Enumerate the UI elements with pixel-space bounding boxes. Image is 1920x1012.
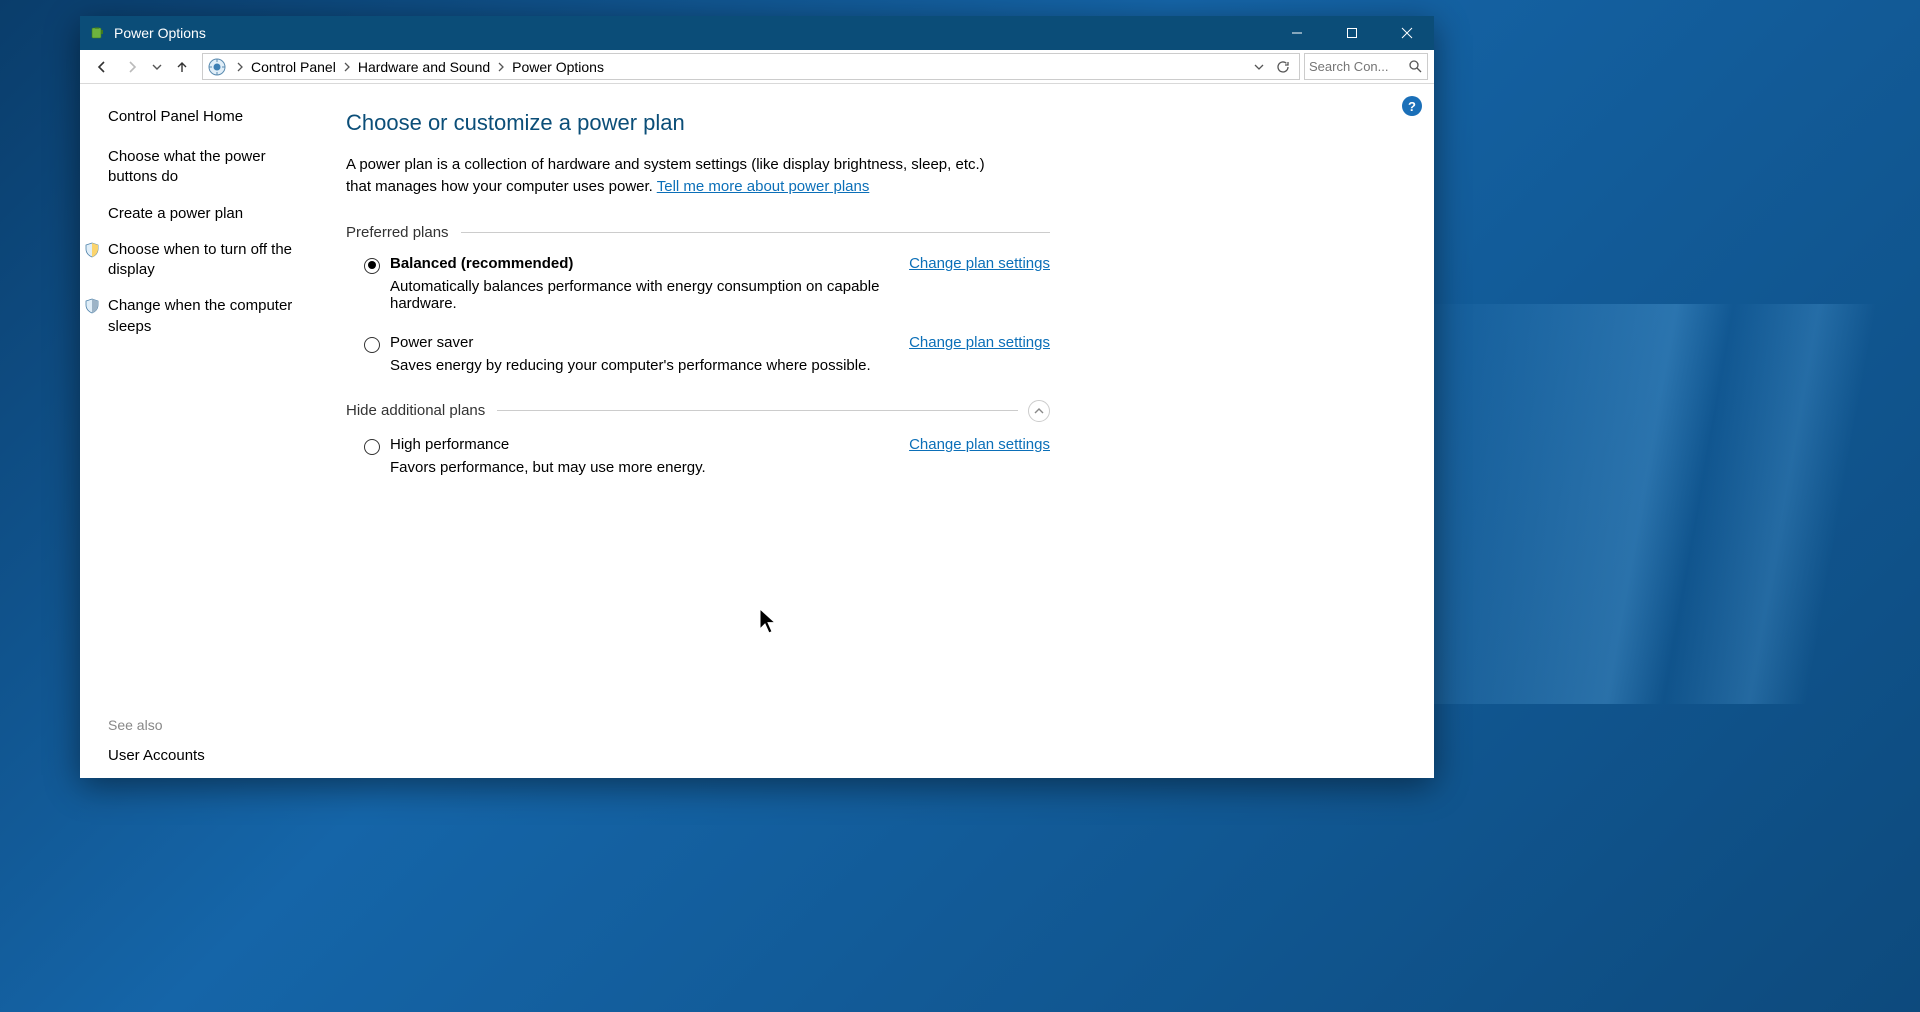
control-panel-icon xyxy=(207,57,227,77)
breadcrumb-item[interactable]: Control Panel xyxy=(247,54,340,79)
plan-name[interactable]: Balanced (recommended) xyxy=(390,255,889,272)
address-bar[interactable]: Control Panel Hardware and Sound Power O… xyxy=(202,53,1300,80)
search-input[interactable] xyxy=(1309,59,1407,74)
app-icon xyxy=(90,25,106,41)
sidebar-task-display-off[interactable]: Choose when to turn off the display xyxy=(108,240,316,281)
plan-name[interactable]: High performance xyxy=(390,436,889,453)
see-also-header: See also xyxy=(108,717,316,733)
plan-description: Saves energy by reducing your computer's… xyxy=(390,357,889,374)
up-button[interactable] xyxy=(168,53,196,81)
recent-locations-button[interactable] xyxy=(148,53,166,81)
page-title: Choose or customize a power plan xyxy=(346,110,1050,136)
collapse-button[interactable] xyxy=(1028,400,1050,422)
change-plan-settings-link[interactable]: Change plan settings xyxy=(909,436,1050,476)
divider xyxy=(461,232,1050,233)
cursor-icon xyxy=(759,608,779,636)
plan-name[interactable]: Power saver xyxy=(390,334,889,351)
maximize-button[interactable] xyxy=(1324,16,1379,50)
power-options-window: Power Options xyxy=(80,16,1434,778)
titlebar: Power Options xyxy=(80,16,1434,50)
plan-high-performance: High performance Favors performance, but… xyxy=(346,436,1050,476)
plan-power-saver: Power saver Saves energy by reducing you… xyxy=(346,334,1050,374)
help-button[interactable]: ? xyxy=(1402,96,1422,116)
additional-plans-header[interactable]: Hide additional plans xyxy=(346,400,1050,422)
refresh-button[interactable] xyxy=(1271,54,1295,79)
close-button[interactable] xyxy=(1379,16,1434,50)
sidebar-task-label: Choose when to turn off the display xyxy=(108,241,292,278)
page-description: A power plan is a collection of hardware… xyxy=(346,154,996,198)
preferred-plans-header: Preferred plans xyxy=(346,224,1050,241)
change-plan-settings-link[interactable]: Change plan settings xyxy=(909,255,1050,312)
back-button[interactable] xyxy=(88,53,116,81)
radio-high-performance[interactable] xyxy=(364,439,380,455)
plan-balanced: Balanced (recommended) Automatically bal… xyxy=(346,255,1050,312)
learn-more-link[interactable]: Tell me more about power plans xyxy=(657,178,870,195)
sidebar-task-label: Choose what the power buttons do xyxy=(108,148,266,185)
divider xyxy=(497,410,1018,411)
minimize-button[interactable] xyxy=(1269,16,1324,50)
breadcrumb-item[interactable]: Power Options xyxy=(508,54,608,79)
window-controls xyxy=(1269,16,1434,50)
sidebar: Control Panel Home Choose what the power… xyxy=(80,84,330,778)
shield-icon xyxy=(84,298,100,314)
nav-row: Control Panel Hardware and Sound Power O… xyxy=(80,50,1434,84)
plan-description: Automatically balances performance with … xyxy=(390,278,889,312)
address-dropdown-button[interactable] xyxy=(1247,54,1271,79)
chevron-right-icon[interactable] xyxy=(340,62,354,72)
breadcrumb-item[interactable]: Hardware and Sound xyxy=(354,54,494,79)
forward-button[interactable] xyxy=(118,53,146,81)
chevron-right-icon[interactable] xyxy=(494,62,508,72)
radio-power-saver[interactable] xyxy=(364,337,380,353)
see-also-user-accounts[interactable]: User Accounts xyxy=(108,747,316,764)
plan-description: Favors performance, but may use more ene… xyxy=(390,459,889,476)
group-label: Hide additional plans xyxy=(346,402,485,419)
search-box[interactable] xyxy=(1304,53,1428,80)
change-plan-settings-link[interactable]: Change plan settings xyxy=(909,334,1050,374)
shield-icon xyxy=(84,242,100,258)
sidebar-task-sleep[interactable]: Change when the computer sleeps xyxy=(108,296,316,337)
radio-balanced[interactable] xyxy=(364,258,380,274)
nav-buttons xyxy=(80,50,198,83)
sidebar-task-create-plan[interactable]: Create a power plan xyxy=(108,204,316,224)
sidebar-task-power-buttons[interactable]: Choose what the power buttons do xyxy=(108,147,316,188)
control-panel-home-link[interactable]: Control Panel Home xyxy=(108,108,316,125)
window-title: Power Options xyxy=(114,25,1269,41)
content: Choose or customize a power plan A power… xyxy=(330,84,1090,778)
search-icon[interactable] xyxy=(1407,60,1423,73)
chevron-right-icon[interactable] xyxy=(233,62,247,72)
sidebar-task-label: Create a power plan xyxy=(108,205,243,222)
sidebar-task-label: Change when the computer sleeps xyxy=(108,297,292,334)
body: ? Control Panel Home Choose what the pow… xyxy=(80,84,1434,778)
group-label: Preferred plans xyxy=(346,224,449,241)
